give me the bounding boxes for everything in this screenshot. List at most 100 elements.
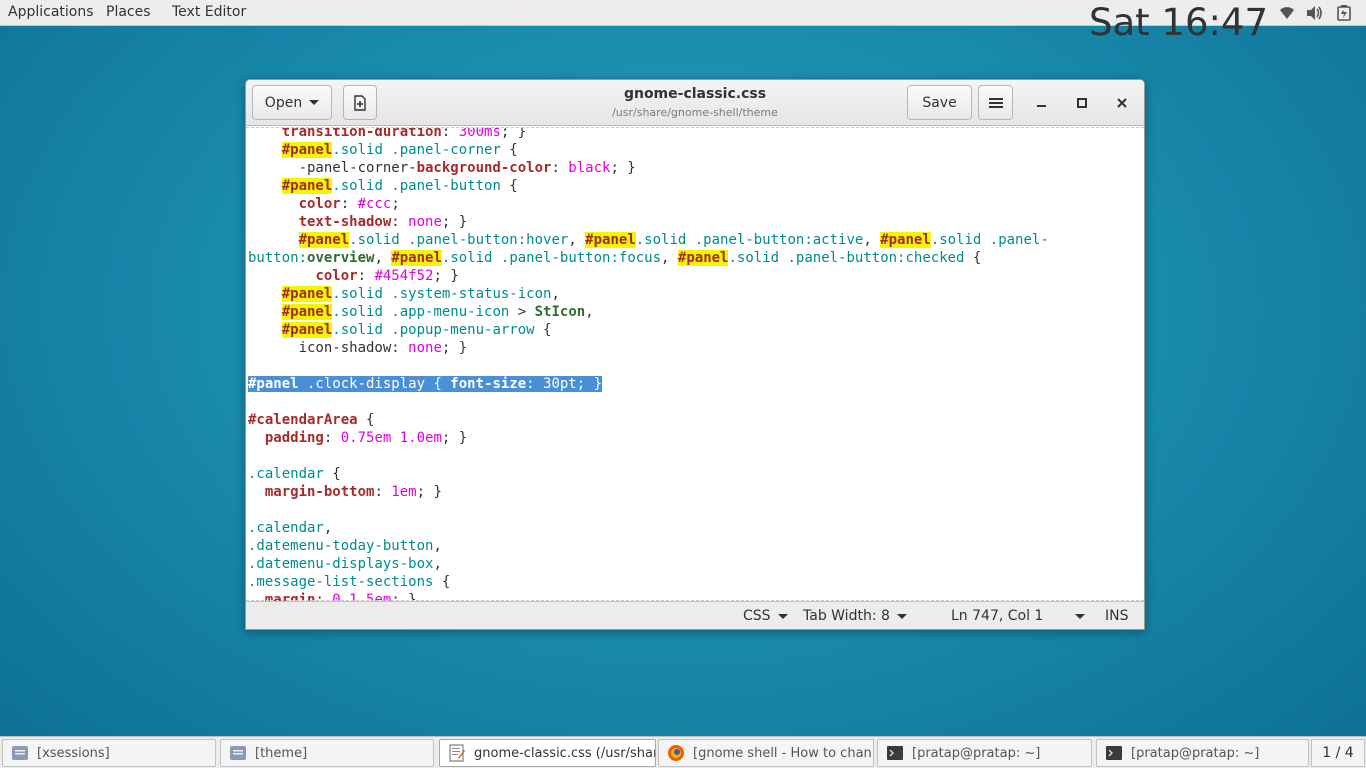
minimize-button[interactable] xyxy=(1030,91,1054,115)
code-token: , xyxy=(323,520,333,536)
code-line: color: #454f52; } xyxy=(248,267,1049,285)
code-token: text-shadow xyxy=(298,214,392,230)
code-token: ; } xyxy=(441,430,468,446)
maximize-button[interactable] xyxy=(1070,91,1094,115)
volume-icon[interactable] xyxy=(1305,5,1323,21)
code-token: #panel xyxy=(281,304,333,320)
code-line: padding: 0.75em 1.0em; } xyxy=(248,429,1049,447)
code-token: .solid .popup-menu-arrow xyxy=(332,322,535,338)
code-token: .solid .app-menu-icon xyxy=(332,304,510,320)
code-token: { xyxy=(500,178,518,194)
code-token: .solid .panel-corner xyxy=(332,142,501,158)
code-token: black xyxy=(568,160,611,176)
task-theme[interactable]: [theme] xyxy=(220,739,434,767)
code-token: margin-bottom xyxy=(264,484,375,500)
code-token: .solid .panel-button:hover xyxy=(349,232,569,248)
code-token: : xyxy=(340,196,358,212)
header-bar: Open gnome-classic.css /usr/share/gnome-… xyxy=(246,80,1144,126)
code-line: -panel-corner-background-color: black; } xyxy=(248,159,1049,177)
tab-width-label: Tab Width: 8 xyxy=(803,608,890,624)
code-token: : 30pt; } xyxy=(526,376,603,392)
code-token: .solid .panel-button:active xyxy=(635,232,864,248)
code-token: { xyxy=(500,142,518,158)
code-token: ; } xyxy=(433,268,459,284)
task-firefox[interactable]: [gnome shell - How to chan... xyxy=(658,739,874,767)
code-token: .datemenu-displays-box xyxy=(248,556,434,572)
code-token: : xyxy=(374,484,392,500)
task-label: [pratap@pratap: ~] xyxy=(912,745,1041,761)
code-token: #panel xyxy=(281,178,333,194)
code-token: .solid .panel-button:checked xyxy=(728,250,965,266)
code-token: color xyxy=(298,196,341,212)
code-token: color xyxy=(315,268,358,284)
clock[interactable]: Sat 16:47 xyxy=(1089,3,1268,43)
status-bar: CSS Tab Width: 8 Ln 747, Col 1 INS xyxy=(246,601,1144,629)
text-editor-window: Open gnome-classic.css /usr/share/gnome-… xyxy=(245,79,1145,630)
language-selector[interactable]: CSS xyxy=(743,608,788,624)
code-token: { xyxy=(323,466,341,482)
code-lines: transition-duration: 300ms; } #panel.sol… xyxy=(248,127,1049,601)
code-token: #panel xyxy=(248,376,299,392)
task-terminal-1[interactable]: [pratap@pratap: ~] xyxy=(877,739,1092,767)
code-token: #panel xyxy=(391,250,442,266)
code-token: none xyxy=(408,214,442,230)
task-label: [gnome shell - How to chan... xyxy=(693,745,874,761)
code-token: { xyxy=(433,574,451,590)
places-menu[interactable]: Places xyxy=(106,4,151,20)
code-line: #panel.solid .panel-button:hover, #panel… xyxy=(248,231,1049,249)
insert-mode-indicator[interactable]: INS xyxy=(1105,608,1129,624)
hamburger-menu-button[interactable] xyxy=(978,85,1013,120)
chevron-down-icon xyxy=(1075,613,1086,619)
code-token: #panel xyxy=(880,232,931,248)
code-line: .message-list-sections { xyxy=(248,573,1049,591)
folder-icon xyxy=(230,746,246,760)
code-token: #panel xyxy=(281,322,333,338)
task-terminal-2[interactable]: [pratap@pratap: ~] xyxy=(1096,739,1309,767)
code-token: .calendar xyxy=(248,520,324,536)
code-token: ; } xyxy=(441,214,468,230)
applications-menu[interactable]: Applications xyxy=(8,4,94,20)
close-button[interactable] xyxy=(1110,91,1134,115)
battery-icon[interactable] xyxy=(1335,5,1353,21)
workspace-indicator[interactable]: 1 / 4 xyxy=(1311,739,1365,767)
code-token: background-color xyxy=(416,160,552,176)
code-editor[interactable]: transition-duration: 300ms; } #panel.sol… xyxy=(246,127,1144,601)
code-token: { xyxy=(964,250,982,266)
text-editor-menu[interactable]: Text Editor xyxy=(172,4,246,20)
code-token: : xyxy=(323,430,341,446)
code-token: #calendarArea xyxy=(248,412,358,428)
code-token: padding xyxy=(264,430,324,446)
code-token: font-size xyxy=(450,376,527,392)
code-token: 300ms xyxy=(458,127,501,140)
task-gnome-classic-css[interactable]: gnome-classic.css (/usr/shar... xyxy=(439,739,656,767)
code-token: ; } xyxy=(610,160,636,176)
cursor-position-selector[interactable]: Ln 747, Col 1 xyxy=(951,608,1086,624)
code-line: color: #ccc; xyxy=(248,195,1049,213)
folder-icon xyxy=(12,746,28,760)
save-button[interactable]: Save xyxy=(907,85,972,120)
code-token: .solid .panel-button xyxy=(332,178,501,194)
code-token: #454f52 xyxy=(374,268,434,284)
code-token: -panel-corner- xyxy=(248,160,417,176)
code-token: : xyxy=(357,268,375,284)
terminal-icon xyxy=(1106,746,1122,760)
code-token: ; } xyxy=(416,484,442,500)
chevron-down-icon xyxy=(777,613,788,619)
taskbar: [xsessions] [theme] gnome-classic.css (/… xyxy=(0,736,1366,768)
code-token: #panel xyxy=(298,232,350,248)
task-xsessions[interactable]: [xsessions] xyxy=(2,739,216,767)
code-line: icon-shadow: none; } xyxy=(248,339,1049,357)
code-line: #calendarArea { xyxy=(248,411,1049,429)
tab-width-selector[interactable]: Tab Width: 8 xyxy=(803,608,907,624)
code-token: { xyxy=(534,322,552,338)
wifi-icon[interactable] xyxy=(1278,5,1296,21)
code-token: #panel xyxy=(677,250,729,266)
code-line: .calendar { xyxy=(248,465,1049,483)
maximize-icon xyxy=(1077,98,1087,108)
cursor-position-label: Ln 747, Col 1 xyxy=(951,608,1044,624)
